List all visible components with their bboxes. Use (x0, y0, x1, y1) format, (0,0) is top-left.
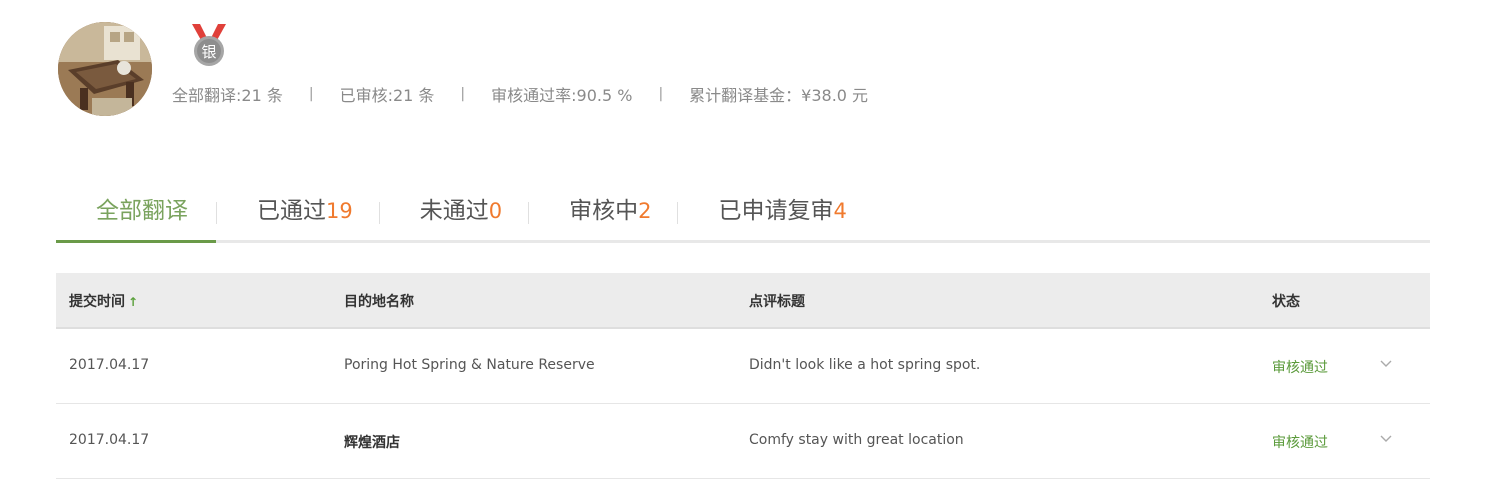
translation-fund-stat: 累计翻译基金：¥38.0 元 (689, 86, 869, 105)
tab-label: 未通过 (419, 198, 489, 224)
sort-up-arrow-icon[interactable]: ↑ (128, 295, 138, 309)
status-badge: 审核通过 (1272, 360, 1328, 376)
tab-count: 2 (638, 199, 652, 223)
tab-label: 审核中 (569, 198, 639, 224)
tab-label: 全部翻译 (96, 198, 188, 224)
review-title: Didn't look like a hot spring spot. (749, 357, 981, 373)
tab-label: 已通过 (257, 198, 326, 224)
user-stats: 全部翻译:21 条 | 已审核:21 条 | 审核通过率:90.5 % | 累计… (172, 82, 868, 106)
destination-name: Poring Hot Spring & Nature Reserve (344, 357, 595, 373)
column-header-submit-time[interactable]: 提交时间 ↑ (69, 291, 138, 311)
medal-badge-text: 银 (201, 43, 216, 61)
tab-re-review-requested[interactable]: 已申请复审4 (678, 188, 872, 240)
translation-filter-tabs: 全部翻译 已通过19 未通过0 审核中2 已申请复审4 (56, 188, 1430, 243)
reviewed-stat: 已审核:21 条 (339, 86, 435, 105)
tab-label: 已申请复审 (718, 198, 834, 224)
tab-count: 19 (326, 199, 353, 223)
column-header-review-title: 点评标题 (749, 294, 805, 310)
pass-rate-stat: 审核通过率:90.5 % (491, 86, 633, 105)
table-row[interactable]: 2017.04.17 辉煌酒店 Comfy stay with great lo… (56, 404, 1430, 479)
column-header-destination: 目的地名称 (344, 294, 414, 310)
column-header-status: 状态 (1272, 294, 1300, 310)
tab-passed[interactable]: 已通过19 (217, 188, 379, 240)
submit-date: 2017.04.17 (69, 432, 150, 448)
avatar[interactable] (58, 22, 152, 116)
review-title: Comfy stay with great location (749, 432, 964, 448)
silver-medal-icon: 银 (186, 22, 232, 68)
chevron-down-icon[interactable] (1378, 430, 1394, 446)
status-badge: 审核通过 (1272, 435, 1328, 451)
stat-separator: | (308, 86, 314, 102)
tab-all-translations[interactable]: 全部翻译 (56, 188, 216, 243)
total-translations-stat: 全部翻译:21 条 (172, 86, 283, 105)
stat-separator: | (658, 86, 664, 102)
table-row[interactable]: 2017.04.17 Poring Hot Spring & Nature Re… (56, 329, 1430, 404)
translations-table: 提交时间 ↑ 目的地名称 点评标题 状态 2017.04.17 Poring Ho… (56, 273, 1430, 479)
chevron-down-icon[interactable] (1378, 355, 1394, 371)
tab-under-review[interactable]: 审核中2 (529, 188, 677, 240)
destination-name: 辉煌酒店 (344, 435, 400, 451)
tab-count: 4 (833, 199, 847, 223)
tab-count: 0 (488, 199, 503, 223)
table-header: 提交时间 ↑ 目的地名称 点评标题 状态 (56, 273, 1430, 329)
stat-separator: | (460, 86, 466, 102)
submit-date: 2017.04.17 (69, 357, 150, 373)
tab-not-passed[interactable]: 未通过0 (380, 188, 528, 240)
